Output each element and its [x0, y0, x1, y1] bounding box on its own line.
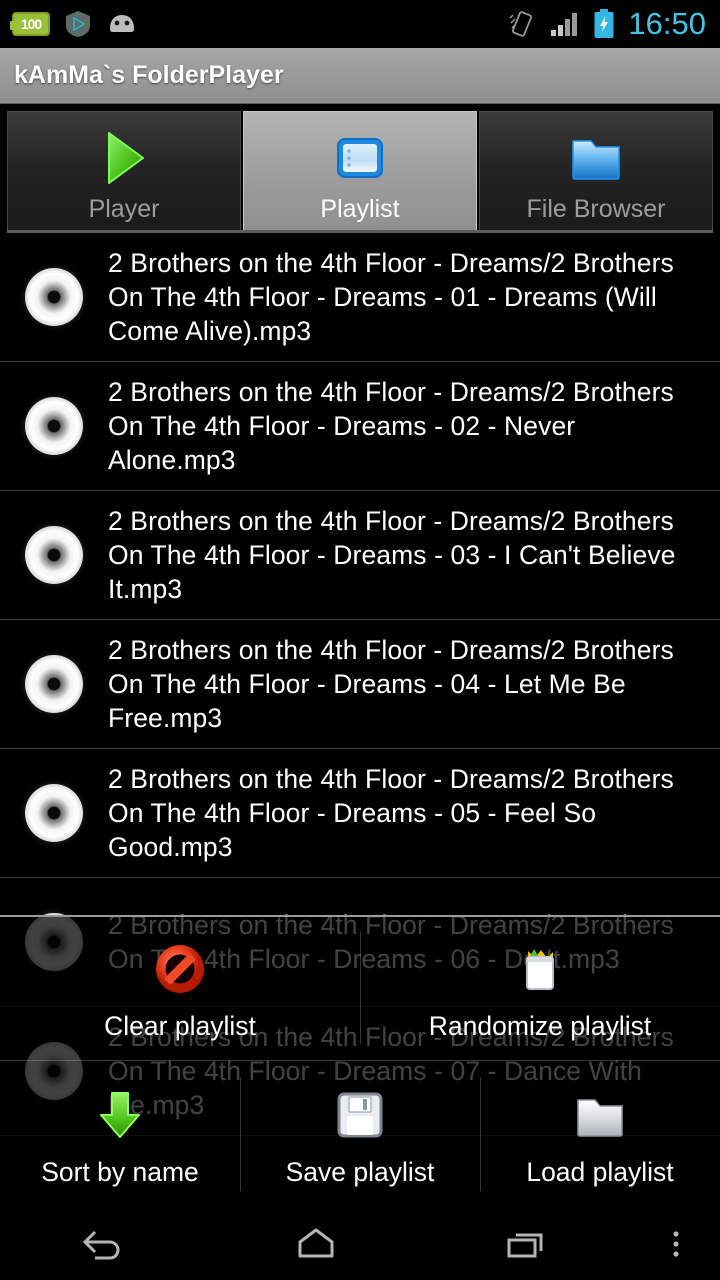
tab-playlist-label: Playlist [320, 195, 400, 223]
list-item[interactable]: 2 Brothers on the 4th Floor - Dreams/2 B… [0, 620, 720, 749]
overflow-dots-icon [673, 1231, 679, 1257]
menu-item-load-playlist[interactable]: Load playlist [480, 1061, 720, 1207]
app-screen: 100 16:50 kAmMa`s FolderPlayer Player Pl… [0, 0, 720, 1280]
floppy-disk-icon [337, 1092, 383, 1138]
app-title-bar: kAmMa`s FolderPlayer [0, 48, 720, 104]
cd-disc-icon [25, 784, 83, 842]
back-arrow-icon [83, 1230, 120, 1260]
nav-overflow-button[interactable] [632, 1222, 720, 1266]
home-icon [298, 1228, 334, 1258]
battery-100-badge-icon: 100 [10, 12, 50, 36]
nav-home-button[interactable] [211, 1222, 422, 1266]
menu-item-label: Clear playlist [104, 1010, 256, 1041]
tab-player[interactable]: Player [7, 111, 241, 233]
no-entry-red-icon [156, 944, 204, 993]
cd-disc-icon [25, 655, 83, 713]
signal-bars-icon [551, 13, 578, 36]
tab-player-label: Player [88, 195, 160, 223]
shuffle-bucket-icon [526, 948, 554, 990]
list-item-title: 2 Brothers on the 4th Floor - Dreams/2 B… [108, 764, 674, 862]
menu-item-label: Save playlist [285, 1157, 435, 1187]
list-item[interactable]: 2 Brothers on the 4th Floor - Dreams/2 B… [0, 491, 720, 620]
auto-rotate-icon [509, 11, 533, 37]
list-item-title: 2 Brothers on the 4th Floor - Dreams/2 B… [108, 635, 674, 733]
recents-icon [507, 1233, 543, 1258]
cd-disc-icon [25, 397, 83, 455]
tab-bar: Player Playlist File Browser [0, 104, 720, 233]
menu-item-save-playlist[interactable]: Save playlist [240, 1061, 480, 1207]
options-menu-row-2: Sort by name Save playlist Load playlist [0, 1061, 720, 1207]
battery-charging-icon [594, 9, 614, 38]
list-item[interactable]: 2 Brothers on the 4th Floor - Dreams/2 B… [0, 749, 720, 878]
list-item-title: 2 Brothers on the 4th Floor - Dreams/2 B… [108, 506, 676, 604]
android-head-icon [110, 15, 134, 32]
list-item-title: 2 Brothers on the 4th Floor - Dreams/2 B… [108, 248, 674, 346]
tab-file-browser[interactable]: File Browser [479, 111, 713, 233]
list-item[interactable]: 2 Brothers on the 4th Floor - Dreams/2 B… [0, 362, 720, 491]
menu-item-label: Load playlist [526, 1157, 674, 1187]
battery-badge-label: 100 [20, 16, 42, 32]
cd-disc-icon [25, 526, 83, 584]
list-item-title: 2 Brothers on the 4th Floor - Dreams/2 B… [108, 377, 674, 475]
system-nav-bar [0, 1208, 720, 1280]
tab-playlist[interactable]: Playlist [243, 111, 477, 233]
menu-item-randomize-playlist[interactable]: Randomize playlist [360, 915, 720, 1060]
options-menu: Clear playlist Randomize playlist Sort b… [0, 915, 720, 1208]
cd-disc-icon [25, 268, 83, 326]
folder-blue-icon [572, 140, 620, 180]
menu-item-label: Randomize playlist [428, 1010, 652, 1041]
status-bar: 100 16:50 [0, 0, 720, 48]
play-store-icon [66, 11, 90, 37]
nav-recents-button[interactable] [421, 1222, 632, 1266]
tab-file-browser-label: File Browser [526, 195, 666, 223]
folder-white-icon [577, 1099, 623, 1137]
play-triangle-icon [108, 132, 144, 184]
app-title: kAmMa`s FolderPlayer [14, 61, 284, 89]
status-bar-right-icons: 16:50 [507, 8, 706, 41]
status-bar-left-icons: 100 [10, 10, 138, 38]
menu-item-sort-by-name[interactable]: Sort by name [0, 1061, 240, 1207]
playlist-icon [337, 138, 383, 178]
list-item[interactable]: 2 Brothers on the 4th Floor - Dreams/2 B… [0, 233, 720, 362]
nav-back-button[interactable] [0, 1222, 211, 1266]
arrow-down-green-icon [100, 1092, 140, 1138]
options-menu-row-1: Clear playlist Randomize playlist [0, 915, 720, 1061]
menu-item-label: Sort by name [41, 1157, 199, 1187]
status-bar-clock: 16:50 [628, 5, 706, 41]
menu-item-clear-playlist[interactable]: Clear playlist [0, 915, 360, 1060]
